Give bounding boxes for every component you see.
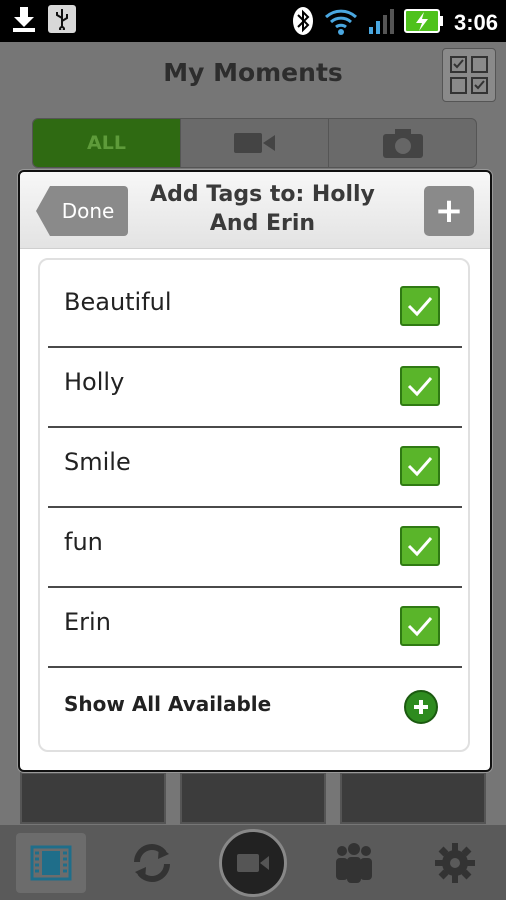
plus-circle-icon[interactable] [404,690,438,724]
tag-checkbox[interactable] [400,366,440,406]
wifi-icon [324,7,358,39]
filmstrip-icon [30,845,72,880]
download-icon [10,5,38,33]
select-mode-button[interactable] [442,48,496,102]
nav-sync[interactable] [117,833,187,893]
tag-label: Smile [64,448,131,476]
checkmark-icon [407,297,433,317]
status-bar: 3:06 [0,0,506,42]
thumbnail[interactable] [20,772,166,824]
sync-icon [134,843,171,882]
clock: 3:06 [453,10,498,35]
checkmark-icon [407,537,433,557]
tag-label: Holly [64,368,125,396]
dialog-title: Add Tags to: Holly And Erin [150,182,375,236]
done-button[interactable]: Done [36,186,128,236]
nav-people[interactable] [319,833,389,893]
tag-row[interactable]: Beautiful [48,266,462,348]
segment-video[interactable] [181,119,329,167]
tag-label: Beautiful [64,288,172,316]
battery-charging-icon [403,8,444,38]
tag-label: Erin [64,608,111,636]
usb-icon [48,5,76,33]
tag-checkbox[interactable] [400,286,440,326]
show-all-available-row[interactable]: Show All Available [48,660,462,746]
segment-photo[interactable] [329,119,476,167]
bottom-nav [0,825,506,900]
tag-checkbox[interactable] [400,446,440,486]
people-icon [335,842,372,883]
record-video-icon [236,853,269,872]
show-all-label: Show All Available [64,692,272,716]
add-tag-button[interactable]: + [424,186,474,236]
checkmark-icon [407,377,433,397]
segment-all[interactable]: ALL [33,119,181,167]
checkmark-icon [407,617,433,637]
signal-icon [368,7,394,39]
dialog-header: Done Add Tags to: Holly And Erin + [20,172,490,249]
thumbnail[interactable] [180,772,326,824]
thumbnail-strip [20,772,486,824]
tag-row[interactable]: Smile [48,426,462,508]
add-tags-dialog: Done Add Tags to: Holly And Erin + Beaut… [18,170,492,772]
nav-moments[interactable] [15,832,86,893]
thumbnail[interactable] [340,772,486,824]
gear-icon [435,842,476,883]
record-button[interactable] [218,828,287,897]
filter-segmented-control: ALL [32,118,477,168]
tag-checkbox[interactable] [400,526,440,566]
bluetooth-icon [292,6,314,40]
tag-row[interactable]: Holly [48,346,462,428]
tag-checkbox[interactable] [400,606,440,646]
checkmark-icon [407,457,433,477]
checklist-icon [450,56,488,94]
tag-list: Beautiful Holly Smile fun Erin Show All … [38,258,470,752]
tag-label: fun [64,528,103,556]
nav-settings[interactable] [420,833,490,893]
camera-icon [382,129,423,158]
tag-row[interactable]: Erin [48,586,462,668]
page-title: My Moments [163,58,343,87]
tag-row[interactable]: fun [48,506,462,588]
video-camera-icon [233,133,275,153]
